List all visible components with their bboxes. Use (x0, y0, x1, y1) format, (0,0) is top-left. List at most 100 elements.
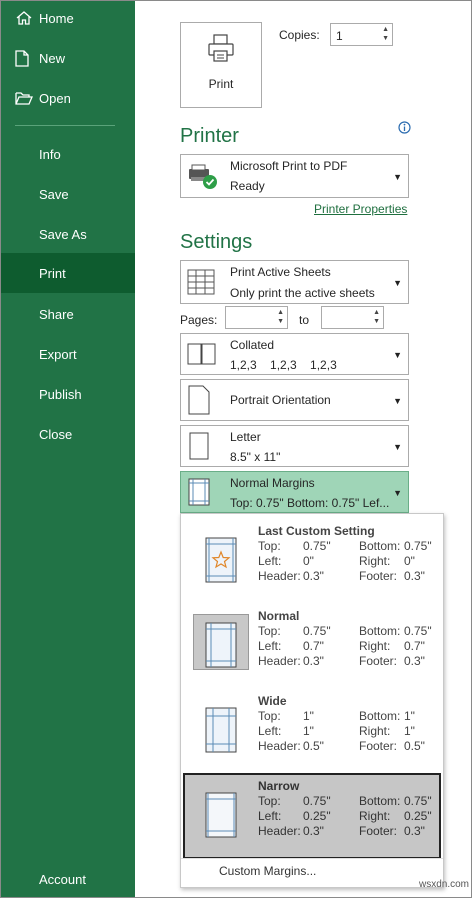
custom-margins-star-icon (205, 537, 237, 586)
sidebar-item-info[interactable]: Info (1, 134, 135, 174)
collated-pages-icon (187, 343, 217, 368)
stepper-arrows-icon[interactable]: ▲ ▼ (373, 308, 380, 326)
pages-to-label: to (299, 313, 310, 327)
collation-order: 1,2,3 1,2,3 1,2,3 (230, 358, 337, 372)
stepper-arrows-icon[interactable]: ▲ ▼ (277, 308, 284, 326)
open-folder-icon (15, 91, 35, 106)
stepper-arrows-icon[interactable]: ▲ ▼ (382, 25, 389, 43)
left-value: 0.25" (303, 809, 331, 823)
right-value: 0" (404, 554, 415, 568)
chevron-down-icon: ▼ (393, 350, 402, 360)
printer-icon (206, 33, 236, 66)
sidebar-item-home[interactable]: Home (1, 0, 135, 38)
left-value: 0.7" (303, 639, 324, 653)
portrait-page-icon (187, 385, 211, 418)
bottom-value: 0.75" (404, 624, 432, 638)
sidebar-item-share[interactable]: Share (1, 294, 135, 334)
sidebar-item-close[interactable]: Close (1, 414, 135, 454)
header-value: 0.3" (303, 824, 324, 838)
pages-to-input[interactable]: ▲ ▼ (321, 306, 384, 329)
header-value: 0.5" (303, 739, 324, 753)
right-label: Right: (359, 809, 391, 823)
sidebar-item-label: Open (39, 90, 71, 106)
margin-option-name: Wide (258, 694, 287, 708)
header-label: Header: (258, 824, 301, 838)
menu-divider (181, 858, 443, 859)
sidebar-item-label: Export (39, 346, 77, 362)
copies-label: Copies: (279, 28, 320, 42)
info-icon[interactable] (398, 121, 411, 137)
pages-label: Pages: (180, 313, 218, 327)
top-value: 0.75" (303, 624, 331, 638)
pages-from-input[interactable]: ▲ ▼ (225, 306, 288, 329)
sidebar-item-account[interactable]: Account (1, 859, 135, 898)
sidebar-item-new[interactable]: New (1, 38, 135, 78)
margin-option-narrow[interactable]: Narrow Top: 0.75" Bottom: 0.75" Left: 0.… (183, 773, 441, 859)
sidebar-item-save-as[interactable]: Save As (1, 214, 135, 254)
sidebar-item-export[interactable]: Export (1, 334, 135, 374)
footer-label: Footer: (359, 739, 398, 753)
sidebar-item-label: Save (39, 186, 69, 202)
printer-dropdown[interactable]: Microsoft Print to PDF Ready ▼ (180, 154, 409, 198)
chevron-down-icon: ▼ (393, 488, 402, 498)
sidebar-item-label: Info (39, 146, 61, 162)
margins-title: Normal Margins (230, 476, 315, 490)
normal-margins-page-icon (205, 622, 237, 671)
custom-margins-menu-item[interactable]: Custom Margins... (219, 864, 316, 878)
bottom-label: Bottom: (359, 794, 401, 808)
left-value: 1" (303, 724, 314, 738)
paper-page-icon (187, 432, 211, 463)
copies-stepper[interactable]: 1 ▲ ▼ (330, 23, 393, 46)
sidebar-item-label: Save As (39, 226, 87, 242)
top-label: Top: (258, 539, 281, 553)
print-button-label: Print (208, 77, 234, 91)
margins-dropdown[interactable]: Normal Margins Top: 0.75" Bottom: 0.75" … (180, 471, 409, 513)
collation-dropdown[interactable]: Collated 1,2,3 1,2,3 1,2,3 ▼ (180, 333, 409, 375)
bottom-value: 0.75" (404, 539, 432, 553)
chevron-down-icon: ▼ (393, 442, 402, 452)
sidebar-item-label: Share (39, 306, 74, 322)
printer-status: Ready (230, 179, 265, 193)
right-label: Right: (359, 554, 391, 568)
margin-option-normal[interactable]: Normal Top: 0.75" Bottom: 0.75" Left: 0.… (183, 603, 441, 689)
top-value: 0.75" (303, 539, 331, 553)
margin-option-name: Normal (258, 609, 300, 623)
bottom-value: 1" (404, 709, 415, 723)
footer-value: 0.3" (404, 654, 425, 668)
top-value: 1" (303, 709, 314, 723)
orientation-dropdown[interactable]: Portrait Orientation ▼ (180, 379, 409, 421)
right-value: 0.25" (404, 809, 432, 823)
print-button[interactable]: Print (180, 22, 262, 108)
sheet-grid-icon (187, 269, 215, 298)
chevron-down-icon: ▼ (393, 278, 402, 288)
orientation-title: Portrait Orientation (230, 393, 331, 407)
margin-option-last-custom[interactable]: Last Custom Setting Top: 0.75" Bottom: 0… (183, 518, 441, 604)
footer-label: Footer: (359, 654, 398, 668)
header-label: Header: (258, 569, 301, 583)
print-scope-dropdown[interactable]: Print Active Sheets Only print the activ… (180, 260, 409, 304)
sidebar-item-label: Home (39, 10, 74, 26)
sidebar-item-label: New (39, 50, 66, 66)
home-icon (15, 10, 35, 26)
sidebar-item-save[interactable]: Save (1, 174, 135, 214)
top-label: Top: (258, 794, 281, 808)
bottom-value: 0.75" (404, 794, 432, 808)
paper-size-title: Letter (230, 430, 261, 444)
top-value: 0.75" (303, 794, 331, 808)
printer-name: Microsoft Print to PDF (230, 159, 348, 173)
right-value: 1" (404, 724, 415, 738)
paper-size-dimensions: 8.5" x 11" (230, 450, 281, 464)
chevron-down-icon: ▼ (393, 172, 402, 182)
backstage-sidebar: Home New Open Info Save Save As Print Sh… (1, 1, 135, 897)
sidebar-item-print[interactable]: Print (1, 253, 135, 293)
sidebar-item-open[interactable]: Open (1, 78, 135, 118)
printer-properties-link[interactable]: Printer Properties (314, 202, 407, 216)
footer-value: 0.3" (404, 824, 425, 838)
collation-title: Collated (230, 338, 275, 352)
sidebar-item-label: Account (39, 871, 86, 887)
header-label: Header: (258, 739, 301, 753)
new-document-icon (15, 49, 35, 67)
paper-size-dropdown[interactable]: Letter 8.5" x 11" ▼ (180, 425, 409, 467)
sidebar-item-publish[interactable]: Publish (1, 374, 135, 414)
margin-option-wide[interactable]: Wide Top: 1" Bottom: 1" Left: 1" Right: … (183, 688, 441, 774)
